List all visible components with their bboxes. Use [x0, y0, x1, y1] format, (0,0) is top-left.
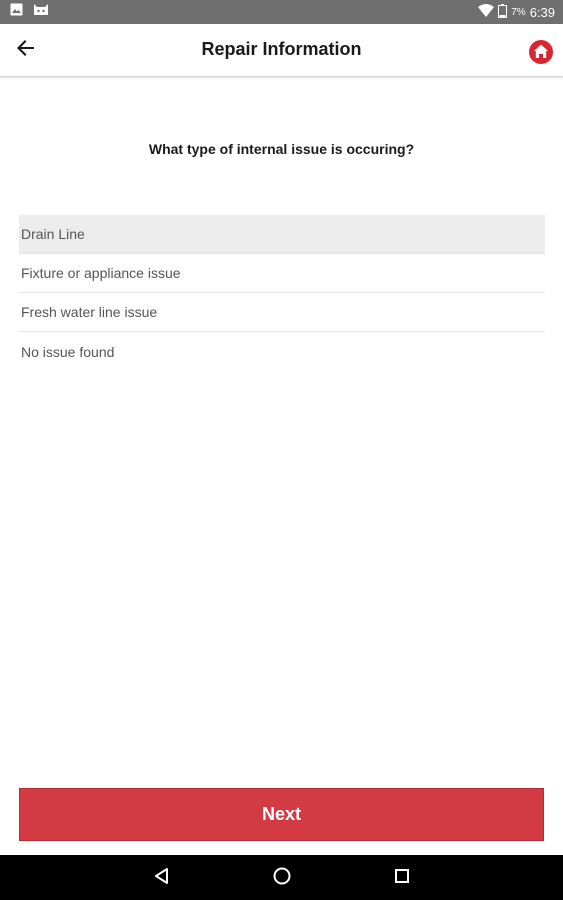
recents-square-icon — [393, 867, 411, 890]
navigation-bar — [0, 855, 563, 900]
cat-icon — [33, 3, 49, 21]
nav-home-button[interactable] — [270, 866, 294, 890]
home-icon — [529, 40, 553, 68]
option-label: Fresh water line issue — [21, 304, 158, 320]
home-circle-icon — [272, 866, 292, 891]
option-fixture-or-appliance-issue[interactable]: Fixture or appliance issue — [19, 254, 545, 293]
wifi-icon — [478, 4, 495, 20]
page-title: Repair Information — [201, 39, 362, 59]
battery-icon — [498, 3, 508, 21]
image-icon — [10, 3, 23, 21]
next-button[interactable]: Next — [19, 788, 544, 841]
battery-percent: 7% — [511, 6, 526, 18]
back-triangle-icon — [153, 867, 171, 890]
status-right: 7% 6:39 — [478, 3, 555, 21]
option-fresh-water-line-issue[interactable]: Fresh water line issue — [19, 293, 545, 332]
home-button[interactable] — [529, 40, 553, 64]
option-label: No issue found — [21, 343, 115, 360]
option-drain-line[interactable]: Drain Line — [19, 215, 545, 254]
question-text: What type of internal issue is occuring? — [148, 141, 415, 157]
option-label: Drain Line — [21, 226, 85, 242]
option-no-issue-found[interactable]: No issue found — [19, 332, 545, 371]
option-label: Fixture or appliance issue — [21, 265, 181, 281]
screen: 7% 6:39 Repair Information What type of … — [0, 0, 563, 900]
options-list: Drain Line Fixture or appliance issue Fr… — [19, 215, 545, 371]
status-bar: 7% 6:39 — [0, 0, 563, 24]
app-bar: Repair Information — [0, 24, 563, 77]
nav-back-button[interactable] — [150, 866, 174, 890]
clock: 6:39 — [529, 4, 555, 20]
nav-recents-button[interactable] — [390, 866, 414, 890]
status-left — [10, 3, 49, 21]
